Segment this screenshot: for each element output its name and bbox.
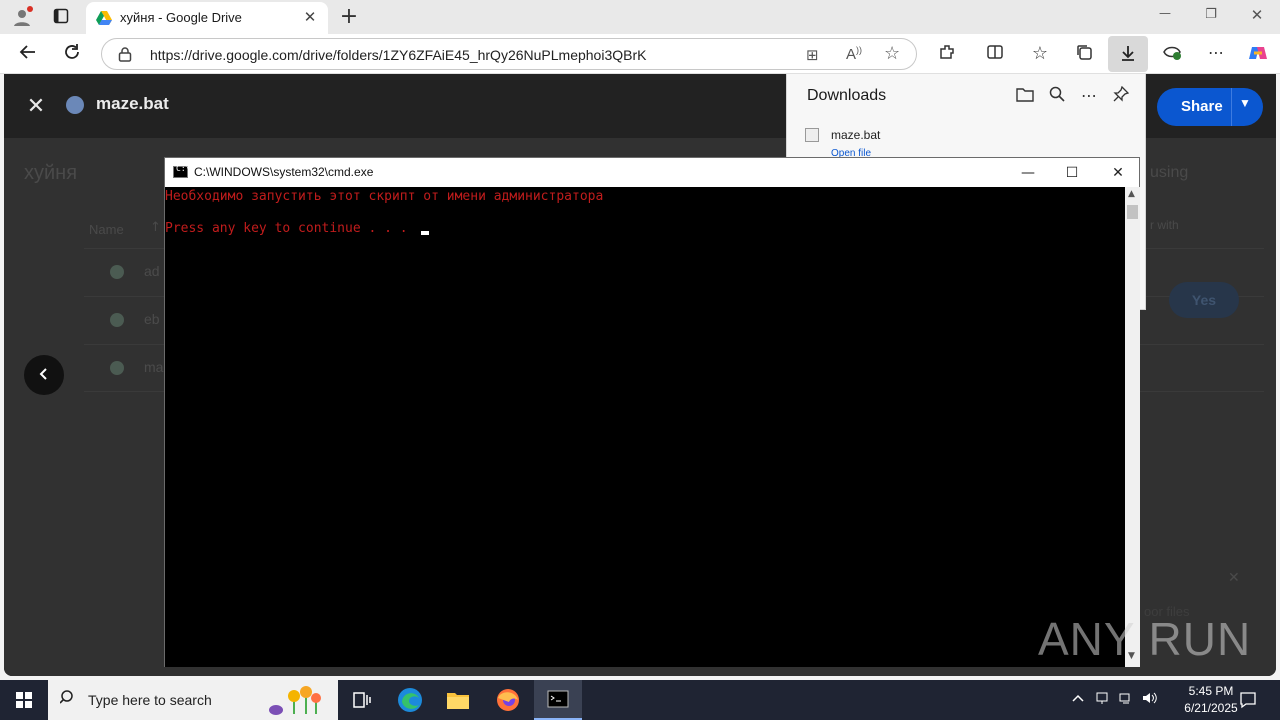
file-explorer-icon[interactable] [434, 680, 482, 720]
close-preview-icon[interactable]: ✕ [24, 94, 48, 119]
file-name: eb [144, 311, 160, 327]
taskbar-search[interactable]: Type here to search [48, 680, 338, 720]
more-menu-icon[interactable]: ⋯ [1204, 43, 1228, 62]
cmd-titlebar[interactable]: C:\ C:\WINDOWS\system32\cmd.exe — ☐ ✕ [165, 158, 1139, 187]
cmd-title: C:\WINDOWS\system32\cmd.exe [194, 165, 374, 179]
cmd-console[interactable]: Необходимо запустить этот скрипт от имен… [165, 187, 1125, 667]
windows-logo-icon [16, 692, 32, 708]
restore-window-button[interactable]: ❐ [1200, 7, 1222, 22]
address-bar[interactable]: https://drive.google.com/drive/folders/1… [101, 38, 917, 70]
browser-tab[interactable]: хуйня - Google Drive ✕ [86, 2, 328, 34]
search-highlight-flowers-icon [264, 684, 334, 716]
refresh-icon[interactable] [60, 43, 84, 66]
file-icon [110, 265, 124, 279]
close-window-button[interactable]: ✕ [1246, 6, 1268, 24]
tab-title: хуйня - Google Drive [120, 10, 242, 25]
profile-icon[interactable] [10, 6, 34, 32]
file-icon [110, 361, 124, 375]
share-dropdown-icon[interactable]: ▼ [1239, 96, 1251, 110]
copilot-icon[interactable] [1246, 43, 1270, 68]
open-folder-icon[interactable] [1013, 86, 1037, 106]
browser-essentials-icon[interactable] [1160, 43, 1184, 66]
show-hidden-icons-icon[interactable] [1068, 691, 1088, 707]
cmd-window[interactable]: C:\ C:\WINDOWS\system32\cmd.exe — ☐ ✕ Не… [164, 157, 1140, 667]
favorite-star-icon[interactable]: ☆ [884, 43, 900, 64]
previous-file-button[interactable] [24, 355, 64, 395]
search-icon[interactable] [1045, 86, 1069, 106]
bat-file-icon [805, 128, 819, 142]
tab-close-icon[interactable]: ✕ [300, 8, 320, 26]
browser-toolbar: https://drive.google.com/drive/folders/1… [0, 34, 1280, 74]
network-device-icon[interactable] [1092, 691, 1112, 709]
file-type-icon [66, 96, 84, 114]
extensions-icon[interactable] [935, 43, 959, 66]
notifications-icon[interactable] [1236, 690, 1260, 713]
scroll-thumb[interactable] [1127, 205, 1138, 219]
cmd-maximize-button[interactable]: ☐ [1049, 162, 1095, 184]
taskbar: Type here to search 5:45 PM 6/21/2025 [0, 680, 1280, 720]
close-banner-icon[interactable]: ✕ [1228, 570, 1240, 586]
anyrun-watermark: ANY RUN [1038, 613, 1252, 665]
file-name: ad [144, 263, 160, 279]
column-header-name[interactable]: Name [89, 222, 124, 237]
cmd-close-button[interactable]: ✕ [1095, 162, 1141, 184]
google-drive-icon [96, 10, 112, 29]
share-button[interactable]: Share ▼ [1157, 88, 1263, 126]
start-button[interactable] [0, 680, 48, 720]
share-label: Share [1181, 98, 1223, 115]
cmd-icon: C:\ [173, 164, 190, 178]
console-line: Press any key to continue . . . [165, 221, 408, 236]
downloads-button[interactable] [1108, 36, 1148, 72]
task-view-icon[interactable] [338, 680, 386, 720]
more-options-icon[interactable]: ⋯ [1077, 86, 1101, 105]
back-icon[interactable] [16, 43, 40, 66]
scroll-up-icon[interactable]: ▲ [1128, 189, 1135, 199]
folder-title: хуйня [24, 162, 78, 184]
minimize-window-button[interactable]: — [1154, 6, 1176, 20]
new-tab-button[interactable]: + [338, 4, 360, 29]
console-line: Необходимо запустить этот скрипт от имен… [165, 189, 604, 204]
console-cursor [421, 231, 429, 235]
cmd-scrollbar[interactable]: ▲ ▼ [1125, 187, 1140, 667]
edge-icon[interactable] [386, 680, 434, 720]
url-text[interactable]: https://drive.google.com/drive/folders/1… [150, 47, 646, 63]
tab-actions-icon[interactable] [50, 8, 72, 28]
sort-arrow-icon[interactable]: ↑ [150, 220, 161, 235]
cmd-taskbar-icon[interactable] [534, 680, 582, 720]
share-divider [1231, 88, 1232, 126]
file-icon [110, 313, 124, 327]
cmd-minimize-button[interactable]: — [1005, 162, 1051, 184]
file-name: ma [144, 359, 164, 375]
firefox-icon[interactable] [484, 680, 532, 720]
pin-icon[interactable] [1109, 85, 1133, 106]
split-screen-icon[interactable] [983, 43, 1007, 66]
search-icon [59, 689, 76, 709]
app-available-icon[interactable]: ⊞ [806, 46, 819, 64]
read-aloud-icon[interactable]: A)) [846, 45, 862, 63]
download-icon [1119, 44, 1137, 66]
preview-filename: maze.bat [96, 94, 169, 113]
side-panel-subtext: r with [1150, 218, 1179, 232]
side-panel-text: using [1150, 164, 1189, 181]
downloads-header: Downloads [807, 87, 887, 104]
browser-tab-strip: хуйня - Google Drive ✕ + — ❐ ✕ [0, 0, 1280, 34]
yes-button[interactable]: Yes [1169, 282, 1239, 318]
volume-icon[interactable] [1140, 691, 1160, 709]
download-item-name[interactable]: maze.bat [831, 128, 880, 142]
search-placeholder: Type here to search [88, 692, 212, 708]
lock-icon[interactable] [118, 46, 132, 66]
favorites-icon[interactable]: ☆ [1028, 43, 1052, 64]
network-icon[interactable] [1116, 691, 1136, 709]
collections-icon[interactable] [1072, 43, 1096, 66]
